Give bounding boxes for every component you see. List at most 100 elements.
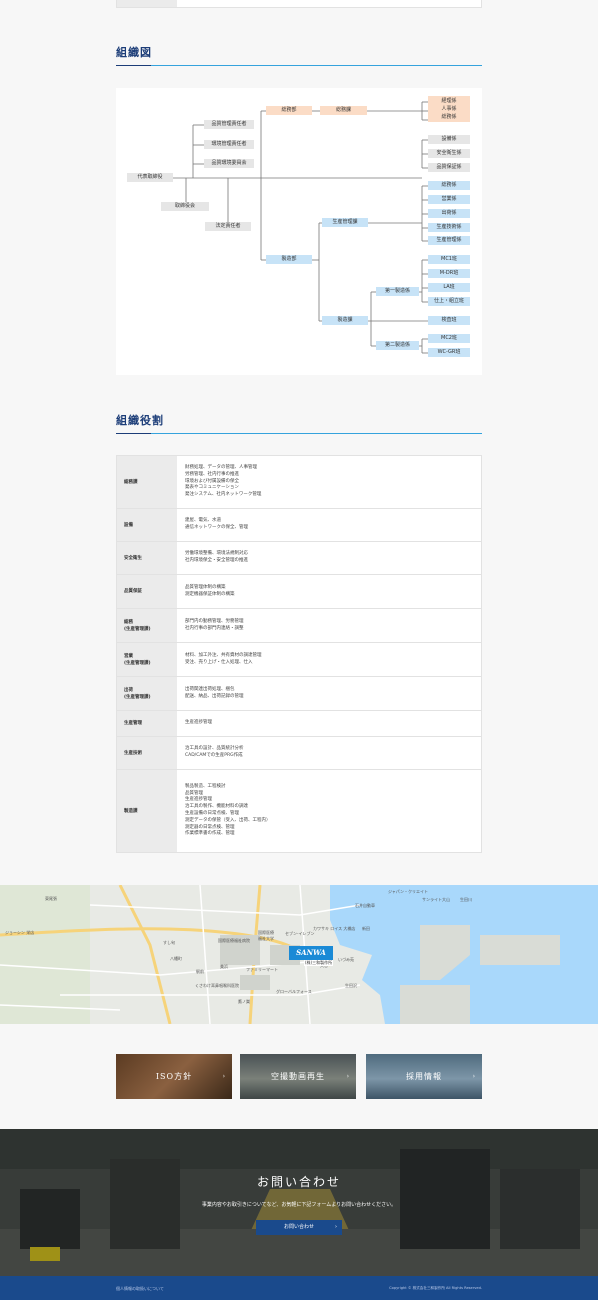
table-row: 安全衛生 労働環境整備、環境法規制対応 社内環境保全・安全管理の推進 (117, 542, 481, 575)
node-prod-mgmt-section: 生産管理課 (322, 218, 368, 227)
node-general-unit: 人事係 (441, 106, 457, 112)
node-prod-unit: 生産技術係 (428, 223, 470, 232)
table-row: 総務 (生産管理課) 部門内の勤務管理、労務管理 社内行事の部門内連絡・調整 (117, 609, 481, 643)
previous-table-bottom (116, 0, 482, 8)
node-general-dept: 総務部 (266, 106, 312, 115)
node-quality-committee: 品質環境委員会 (204, 159, 254, 168)
role-head: 総務課 (117, 456, 177, 508)
table-row: 品質保証 品質管理体制の構築 測定機器保証体制の構築 (117, 575, 481, 609)
contact-subtitle: 事業内容やお取引きについてなど、お気軽に下記フォームよりお問い合わせください。 (201, 1202, 397, 1208)
node-mfg1-unit: LA班 (428, 283, 470, 292)
role-head: 安全衛生 (117, 542, 177, 574)
map-label: くさわけ耳鼻咽喉科医院 (195, 983, 239, 988)
node-mfg2-unit: MC2班 (428, 334, 470, 343)
map-label: カワサキ ロイス 大橋店 (313, 926, 356, 931)
map-label: ジョーシン 栄店 (5, 930, 35, 935)
node-mfg-section: 製造課 (322, 316, 368, 325)
role-head: 生産技術 (117, 737, 177, 769)
role-body: 品質管理体制の構築 測定機器保証体制の構築 (185, 584, 235, 597)
table-row: 営業 (生産管理課) 材料、加工外注、共有資材の調達管理 受注、売り上げ・仕入処理、… (117, 643, 481, 677)
map-label: 石井自動車 (355, 903, 375, 908)
role-head: 総務 (生産管理課) (117, 609, 177, 642)
node-env-manager: 環境管理責任者 (204, 140, 254, 149)
chevron-right-icon: › (222, 1073, 226, 1080)
banner-label: 空撮動画再生 (271, 1072, 325, 1081)
node-mfg1-unit: M-DR班 (428, 269, 470, 278)
map-label: 生田沢 (345, 983, 357, 988)
table-row: 出荷 (生産管理課) 出荷関連出荷処理、梱包 配送、納品、出荷記録の管理 (117, 677, 481, 711)
node-safety-unit: 安全衛生係 (428, 149, 470, 158)
map-marker-sanwa[interactable]: SANWA (289, 946, 333, 960)
banner-label: ISO方針 (155, 1072, 193, 1081)
role-body: 部門内の勤務管理、労務管理 社内行事の部門内連絡・調整 (185, 618, 244, 631)
node-president: 代表取締役 (127, 173, 173, 182)
org-chart: 代表取締役 取締役会 法定責任者 品質管理責任者 環境管理責任者 品質環境委員会… (116, 88, 482, 375)
node-prod-unit: 営業係 (428, 195, 470, 204)
chevron-right-icon: › (472, 1073, 476, 1080)
node-quality-assurance-unit: 品質保証係 (428, 163, 470, 172)
table-row: 製造課 製品製造、工程検討 品質管理 生産進捗管理 治工具の製作、機能材料の調達 生産設… (117, 770, 481, 852)
map-label: 国際医療福祉病院 (218, 938, 250, 943)
roles-heading-underline (116, 433, 482, 434)
node-mfg2-unit: WC-GR班 (428, 348, 470, 357)
role-head: 営業 (生産管理課) (117, 643, 177, 676)
role-body: 労働環境整備、環境法規制対応 社内環境保全・安全管理の推進 (185, 551, 248, 563)
role-head: 出荷 (生産管理課) (117, 677, 177, 710)
node-inspection: 検査班 (428, 316, 470, 325)
roles-table: 総務課 財務処理、データの管理、人事管理 労務管理、社内行事の推進 環境および付属設… (116, 455, 482, 853)
node-general-unit: 経理係 (441, 98, 457, 104)
map-label: 新田 (362, 926, 370, 931)
map-label: 駅前 (196, 969, 204, 974)
map-label: サンライト大山 (422, 897, 450, 902)
roles-heading: 組織役割 (116, 414, 164, 427)
chevron-right-icon: › (346, 1073, 350, 1080)
map-label: いづみ苑 (338, 957, 354, 962)
node-general-section: 総務課 (320, 106, 367, 115)
map-label: 福祉大学 (258, 936, 274, 941)
footer (0, 1276, 598, 1300)
map-label: ファミリーマート (246, 967, 278, 972)
table-row: 総務課 財務処理、データの管理、人事管理 労務管理、社内行事の推進 環境および付属設… (117, 456, 481, 509)
role-body: 治工具の設計、品質統計分析 CAD/CAMでの生産PRG作成 (185, 746, 244, 758)
contact-button-label: お問い合わせ (283, 1224, 314, 1230)
recruit-banner[interactable]: 採用情報 › (366, 1054, 482, 1099)
map-label: セブン-イレブン (285, 931, 315, 936)
node-general-units: 経理係 人事係 総務係 (428, 96, 470, 122)
node-quality-manager: 品質管理責任者 (204, 120, 254, 129)
role-body: 財務処理、データの管理、人事管理 労務管理、社内行事の推進 環境および付属設備の保全… (185, 465, 262, 498)
role-head: 生産管理 (117, 711, 177, 736)
map-label: グローバルフォース (276, 989, 312, 994)
node-general-unit: 総務係 (441, 114, 457, 120)
role-body: 材料、加工外注、共有資材の調達管理 受注、売り上げ・仕入処理、仕入 (185, 652, 262, 665)
aerial-video-banner[interactable]: 空撮動画再生 › (240, 1054, 356, 1099)
previous-table-head-cell (117, 0, 177, 7)
org-chart-heading: 組織図 (116, 46, 152, 59)
node-facility-unit: 設備係 (428, 135, 470, 144)
map-label: 八幡町 (170, 956, 182, 961)
map-label: ジャパン・クリエイト (388, 889, 428, 894)
map-label: すし旬 (163, 940, 175, 945)
node-prod-unit: 総務係 (428, 181, 470, 190)
privacy-policy-link[interactable]: 個人情報の取扱いについて (116, 1286, 164, 1292)
copyright-text: Copyright © 株式会社三和製作所 All Rights Reserve… (389, 1286, 482, 1290)
role-body: 製品製造、工程検討 品質管理 生産進捗管理 治工具の製作、機能材料の調達 生産設備の日常… (185, 783, 271, 837)
table-row: 生産管理 生産進捗管理 (117, 711, 481, 737)
map-label: 東尾張 (45, 896, 57, 901)
contact-button[interactable]: お問い合わせ › (256, 1220, 342, 1235)
map-marker-subtitle: (株)三和製作所 (304, 960, 334, 966)
node-mfg2: 第二製造係 (376, 341, 419, 350)
node-mfg-dept: 製造部 (266, 255, 312, 264)
role-body: 建屋、電気、水道 通信ネットワークの保全、管理 (185, 518, 248, 530)
node-board: 取締役会 (161, 202, 209, 211)
role-head: 品質保証 (117, 575, 177, 608)
banner-label: 採用情報 (406, 1072, 442, 1081)
node-prod-unit: 生産管理係 (428, 236, 470, 245)
node-mfg1-unit: 仕上・組立班 (428, 297, 470, 306)
table-row: 設備 建屋、電気、水道 通信ネットワークの保全、管理 (117, 509, 481, 542)
role-body: 出荷関連出荷処理、梱包 配送、納品、出荷記録の管理 (185, 686, 244, 699)
map-label: 美浜 (220, 964, 228, 969)
role-head: 設備 (117, 509, 177, 541)
iso-policy-banner[interactable]: ISO方針 › (116, 1054, 232, 1099)
node-mfg1: 第一製造係 (376, 287, 419, 296)
node-prod-unit: 出荷係 (428, 209, 470, 218)
